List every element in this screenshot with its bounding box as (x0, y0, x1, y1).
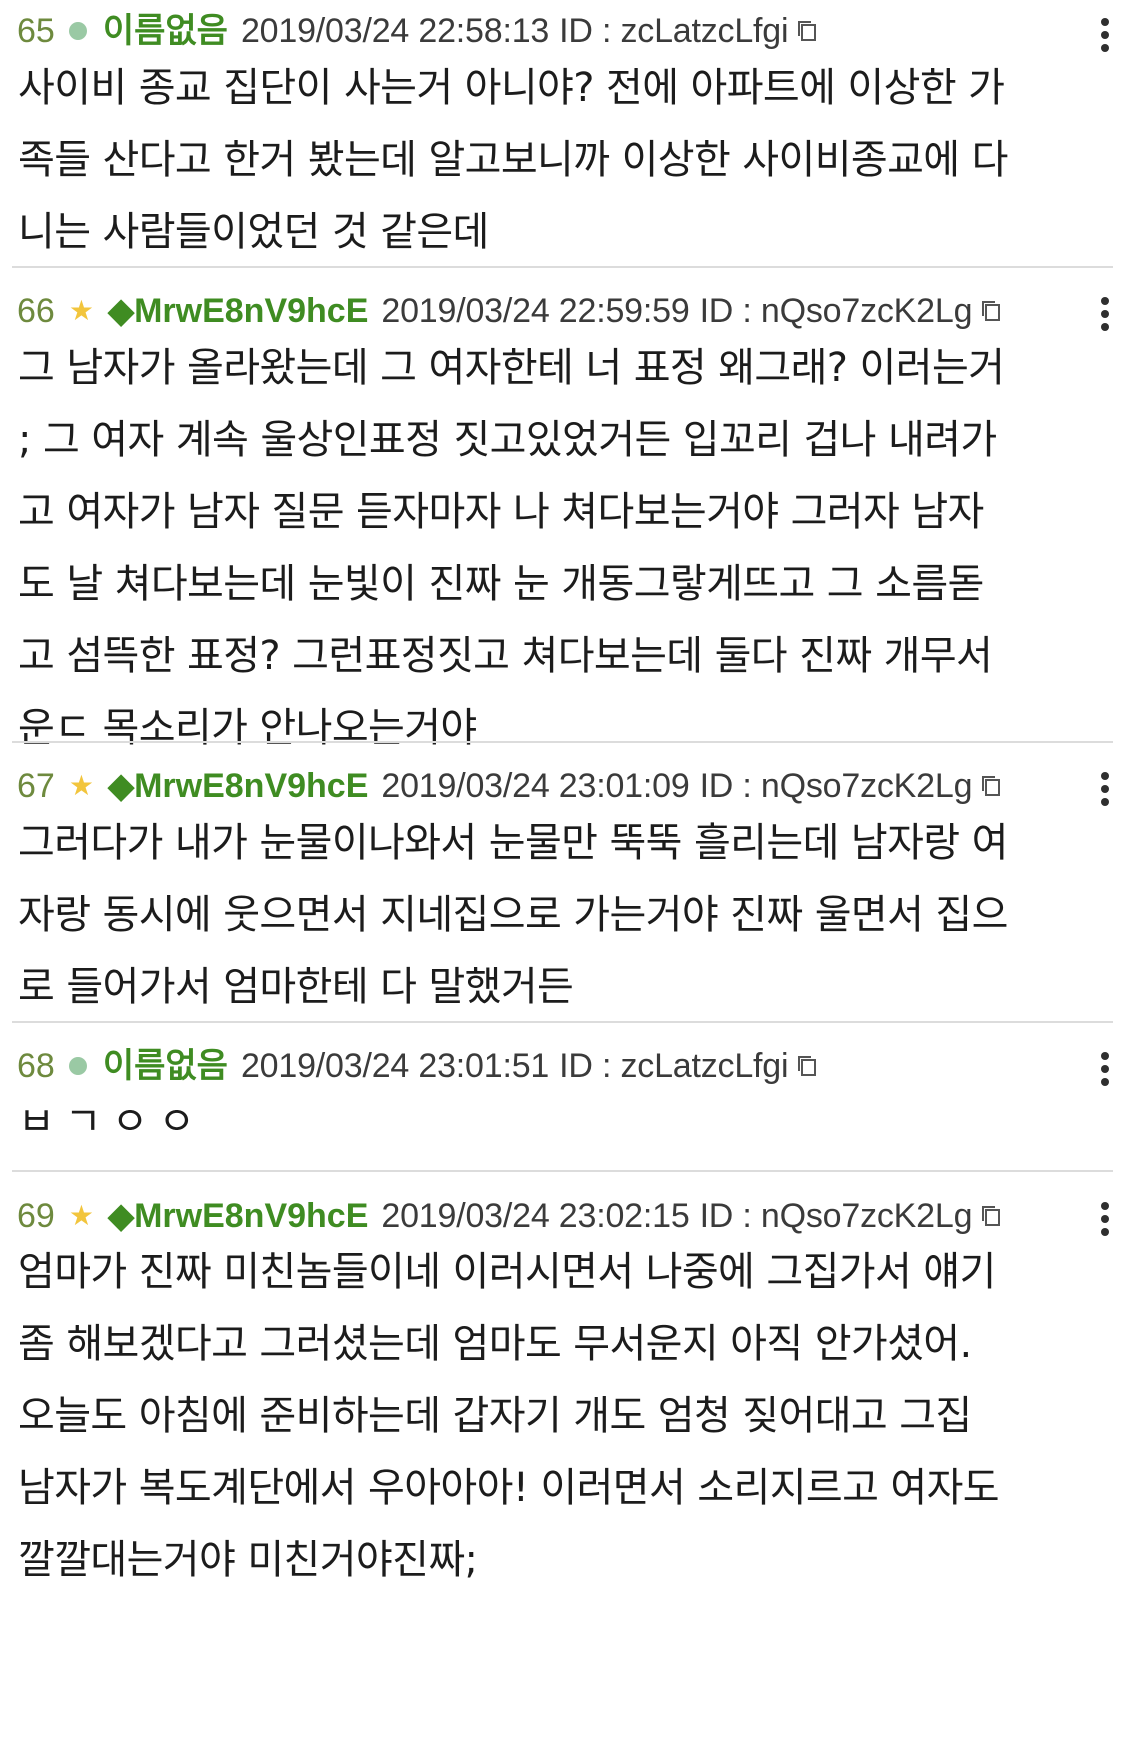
copy-icon[interactable] (796, 1054, 818, 1078)
post-body: 사이비 종교 집단이 사는거 아니야? 전에 아파트에 이상한 가 족들 산다고… (18, 65, 1008, 255)
copy-icon[interactable] (796, 19, 818, 43)
post-datetime: 2019/03/24 22:59:59 (381, 292, 690, 330)
post-divider (12, 1170, 1113, 1172)
post-header: 67 ★ ◆MrwE8nV9hcE 2019/03/24 23:01:09 ID… (17, 763, 1125, 809)
post-header: 65 이름없음 2019/03/24 22:58:13 ID : zcLatzc… (17, 8, 1125, 54)
post-body: 엄마가 진짜 미친놈들이네 이러시면서 나중에 그집가서 얘기 좀 해보겠다고 … (18, 1249, 1000, 1583)
post-number[interactable]: 65 (17, 8, 55, 54)
author-name[interactable]: 이름없음 (103, 8, 228, 54)
post-user-id: ID : nQso7zcK2Lg (699, 767, 973, 805)
post-body: 그 남자가 올라왔는데 그 여자한테 너 표정 왜그래? 이러는거 ; 그 여자… (18, 345, 1005, 751)
status-dot-icon (68, 1057, 87, 1075)
more-vertical-icon[interactable] (1099, 1202, 1111, 1236)
post-body: 그러다가 내가 눈물이나와서 눈물만 뚝뚝 흘리는데 남자랑 여 자랑 동시에 … (18, 820, 1008, 1010)
star-icon: ★ (68, 294, 94, 327)
post-user-id: ID : nQso7zcK2Lg (699, 292, 973, 330)
star-icon: ★ (68, 769, 94, 802)
copy-icon[interactable] (980, 299, 1002, 323)
author-name[interactable]: ◆MrwE8nV9hcE (108, 1193, 368, 1239)
post-user-id: ID : zcLatzcLfgi (559, 12, 789, 50)
post-datetime: 2019/03/24 23:01:09 (381, 767, 690, 805)
more-vertical-icon[interactable] (1099, 1052, 1111, 1086)
more-vertical-icon[interactable] (1099, 772, 1111, 806)
post-divider (12, 1021, 1113, 1023)
status-dot-icon (68, 22, 87, 40)
post-datetime: 2019/03/24 23:02:15 (381, 1197, 690, 1235)
post-divider (12, 266, 1113, 268)
post-number[interactable]: 66 (17, 288, 55, 334)
star-icon: ★ (68, 1199, 94, 1232)
author-name[interactable]: 이름없음 (103, 1043, 228, 1089)
post-user-id: ID : zcLatzcLfgi (559, 1047, 789, 1085)
copy-icon[interactable] (980, 1204, 1002, 1228)
author-name[interactable]: ◆MrwE8nV9hcE (108, 288, 368, 334)
more-vertical-icon[interactable] (1099, 18, 1111, 52)
author-name[interactable]: ◆MrwE8nV9hcE (108, 763, 368, 809)
copy-icon[interactable] (980, 774, 1002, 798)
post-number[interactable]: 68 (17, 1043, 55, 1089)
post-number[interactable]: 67 (17, 763, 55, 809)
post-datetime: 2019/03/24 22:58:13 (240, 12, 550, 50)
post-user-id: ID : nQso7zcK2Lg (699, 1197, 973, 1235)
post-header: 66 ★ ◆MrwE8nV9hcE 2019/03/24 22:59:59 ID… (17, 288, 1125, 334)
more-vertical-icon[interactable] (1099, 297, 1111, 331)
post-datetime: 2019/03/24 23:01:51 (240, 1047, 550, 1085)
post-number[interactable]: 69 (17, 1193, 55, 1239)
post-divider (12, 741, 1113, 743)
post-body: ㅂㄱㅇㅇ (18, 1099, 206, 1145)
post-header: 69 ★ ◆MrwE8nV9hcE 2019/03/24 23:02:15 ID… (17, 1193, 1125, 1239)
post-header: 68 이름없음 2019/03/24 23:01:51 ID : zcLatzc… (17, 1043, 1125, 1089)
